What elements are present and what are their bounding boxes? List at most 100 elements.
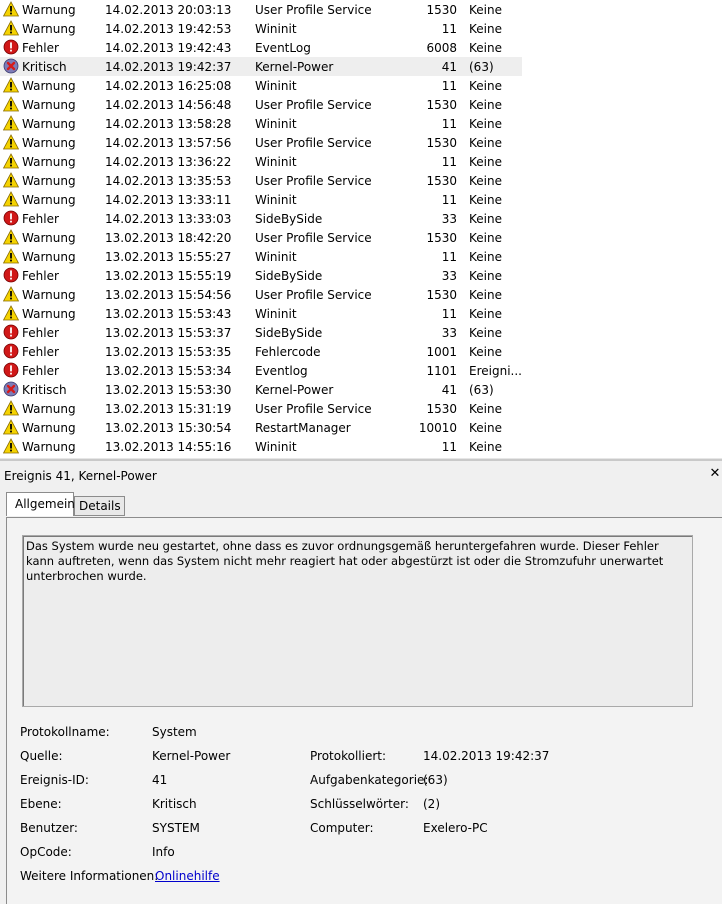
tab-general[interactable]: Allgemein bbox=[6, 492, 75, 516]
date-cell: 14.02.2013 14:56:48 bbox=[105, 98, 232, 112]
level-cell: Fehler bbox=[22, 345, 59, 359]
warning-icon bbox=[3, 400, 19, 416]
task-category-cell: Keine bbox=[469, 174, 502, 188]
event-row[interactable]: Warnung 13.02.2013 18:42:20 User Profile S… bbox=[0, 228, 722, 247]
event-id-cell: 11 bbox=[441, 440, 457, 454]
user-value: SYSTEM bbox=[152, 821, 200, 835]
keywords-value: (2) bbox=[423, 797, 440, 811]
event-row[interactable]: Warnung 13.02.2013 15:30:54 RestartManager… bbox=[0, 418, 722, 437]
source-cell: Wininit bbox=[255, 307, 297, 321]
date-cell: 13.02.2013 15:31:19 bbox=[105, 402, 232, 416]
error-icon bbox=[3, 343, 19, 359]
event-row[interactable]: Warnung 14.02.2013 14:56:48 User Profile S… bbox=[0, 95, 722, 114]
event-row[interactable]: Fehler 13.02.2013 15:53:35 Fehlercode 1001 K… bbox=[0, 342, 722, 361]
level-cell: Warnung bbox=[22, 250, 76, 264]
source-cell: User Profile Service bbox=[255, 402, 372, 416]
event-id-cell: 11 bbox=[441, 307, 457, 321]
date-cell: 13.02.2013 15:53:35 bbox=[105, 345, 232, 359]
error-icon bbox=[3, 267, 19, 283]
event-id-cell: 33 bbox=[441, 212, 457, 226]
level-cell: Warnung bbox=[22, 174, 76, 188]
event-row[interactable]: Warnung 13.02.2013 15:55:27 Wininit 11 Keine bbox=[0, 247, 722, 266]
opcode-value: Info bbox=[152, 845, 175, 859]
source-label: Quelle: bbox=[20, 749, 63, 763]
task-category-cell: Keine bbox=[469, 3, 502, 17]
warning-icon bbox=[3, 77, 19, 93]
event-list[interactable]: Warnung 14.02.2013 20:03:13 User Profile S… bbox=[0, 0, 722, 458]
event-row[interactable]: Kritisch 14.02.2013 19:42:37 Kernel-Power 4… bbox=[0, 57, 722, 76]
online-help-link[interactable]: Onlinehilfe bbox=[155, 869, 220, 883]
critical-icon bbox=[3, 381, 19, 397]
level-cell: Warnung bbox=[22, 136, 76, 150]
event-row[interactable]: Warnung 13.02.2013 15:53:43 Wininit 11 Keine bbox=[0, 304, 722, 323]
date-cell: 14.02.2013 19:42:37 bbox=[105, 60, 232, 74]
event-row[interactable]: Warnung 13.02.2013 15:54:56 User Profile S… bbox=[0, 285, 722, 304]
logged-value: 14.02.2013 19:42:37 bbox=[423, 749, 550, 763]
description-text: Das System wurde neu gestartet, ohne das… bbox=[26, 539, 664, 583]
user-label: Benutzer: bbox=[20, 821, 78, 835]
warning-icon bbox=[3, 115, 19, 131]
detail-header: Ereignis 41, Kernel-Power ✕ bbox=[0, 462, 722, 488]
warning-icon bbox=[3, 172, 19, 188]
source-cell: Eventlog bbox=[255, 364, 308, 378]
event-row[interactable]: Kritisch 13.02.2013 15:53:30 Kernel-Power 4… bbox=[0, 380, 722, 399]
task-category-cell: Keine bbox=[469, 98, 502, 112]
event-row[interactable]: Fehler 13.02.2013 15:55:19 SideBySide 33 Kei… bbox=[0, 266, 722, 285]
event-row[interactable]: Warnung 13.02.2013 15:31:19 User Profile S… bbox=[0, 399, 722, 418]
warning-icon bbox=[3, 153, 19, 169]
source-cell: Wininit bbox=[255, 250, 297, 264]
event-row[interactable]: Warnung 14.02.2013 13:36:22 Wininit 11 Keine bbox=[0, 152, 722, 171]
event-row[interactable]: Warnung 14.02.2013 20:03:13 User Profile S… bbox=[0, 0, 722, 19]
event-id-value: 41 bbox=[152, 773, 168, 787]
level-cell: Warnung bbox=[22, 155, 76, 169]
task-category-cell: (63) bbox=[469, 383, 494, 397]
source-cell: Fehlercode bbox=[255, 345, 321, 359]
event-row[interactable]: Fehler 14.02.2013 13:33:03 SideBySide 33 Kei… bbox=[0, 209, 722, 228]
event-row[interactable]: Warnung 14.02.2013 13:33:11 Wininit 11 Keine bbox=[0, 190, 722, 209]
warning-icon bbox=[3, 286, 19, 302]
level-cell: Warnung bbox=[22, 3, 76, 17]
event-row[interactable]: Warnung 14.02.2013 13:58:28 Wininit 11 Keine bbox=[0, 114, 722, 133]
event-row[interactable]: Fehler 13.02.2013 15:53:37 SideBySide 33 Kei… bbox=[0, 323, 722, 342]
date-cell: 14.02.2013 13:58:28 bbox=[105, 117, 232, 131]
event-row[interactable]: Warnung 14.02.2013 16:25:08 Wininit 11 Keine bbox=[0, 76, 722, 95]
source-cell: SideBySide bbox=[255, 269, 323, 283]
event-id-cell: 6008 bbox=[426, 41, 457, 55]
event-id-cell: 10010 bbox=[418, 421, 457, 435]
tab-strip: Details Allgemein bbox=[6, 492, 722, 518]
event-id-cell: 1530 bbox=[426, 136, 457, 150]
event-row[interactable]: Warnung 13.02.2013 14:55:16 Wininit 11 Keine bbox=[0, 437, 722, 456]
task-category-cell: Keine bbox=[469, 212, 502, 226]
error-icon bbox=[3, 210, 19, 226]
tab-details[interactable]: Details bbox=[74, 496, 125, 516]
source-cell: Wininit bbox=[255, 155, 297, 169]
warning-icon bbox=[3, 134, 19, 150]
warning-icon bbox=[3, 20, 19, 36]
event-id-cell: 33 bbox=[441, 326, 457, 340]
date-cell: 14.02.2013 13:33:03 bbox=[105, 212, 232, 226]
event-row[interactable]: Warnung 14.02.2013 19:42:53 Wininit 11 Keine bbox=[0, 19, 722, 38]
date-cell: 13.02.2013 15:54:56 bbox=[105, 288, 232, 302]
source-cell: User Profile Service bbox=[255, 174, 372, 188]
event-row[interactable]: Fehler 13.02.2013 15:53:34 Eventlog 1101 Ere… bbox=[0, 361, 722, 380]
task-category-cell: Keine bbox=[469, 288, 502, 302]
source-cell: Wininit bbox=[255, 22, 297, 36]
error-icon bbox=[3, 324, 19, 340]
event-row[interactable]: Warnung 14.02.2013 13:57:56 User Profile S… bbox=[0, 133, 722, 152]
task-category-cell: Keine bbox=[469, 440, 502, 454]
event-row[interactable]: Fehler 14.02.2013 19:42:43 EventLog 6008 Kei… bbox=[0, 38, 722, 57]
description-box[interactable]: Das System wurde neu gestartet, ohne das… bbox=[22, 535, 693, 707]
close-icon[interactable]: ✕ bbox=[708, 467, 722, 481]
event-id-cell: 33 bbox=[441, 269, 457, 283]
critical-icon bbox=[3, 58, 19, 74]
date-cell: 13.02.2013 15:53:37 bbox=[105, 326, 232, 340]
task-category-cell: Keine bbox=[469, 269, 502, 283]
event-id-cell: 11 bbox=[441, 79, 457, 93]
level-cell: Warnung bbox=[22, 231, 76, 245]
event-id-cell: 1530 bbox=[426, 402, 457, 416]
source-cell: User Profile Service bbox=[255, 3, 372, 17]
event-row[interactable]: Warnung 14.02.2013 13:35:53 User Profile S… bbox=[0, 171, 722, 190]
event-id-cell: 1101 bbox=[426, 364, 457, 378]
event-id-cell: 41 bbox=[441, 383, 457, 397]
computer-label: Computer: bbox=[310, 821, 374, 835]
